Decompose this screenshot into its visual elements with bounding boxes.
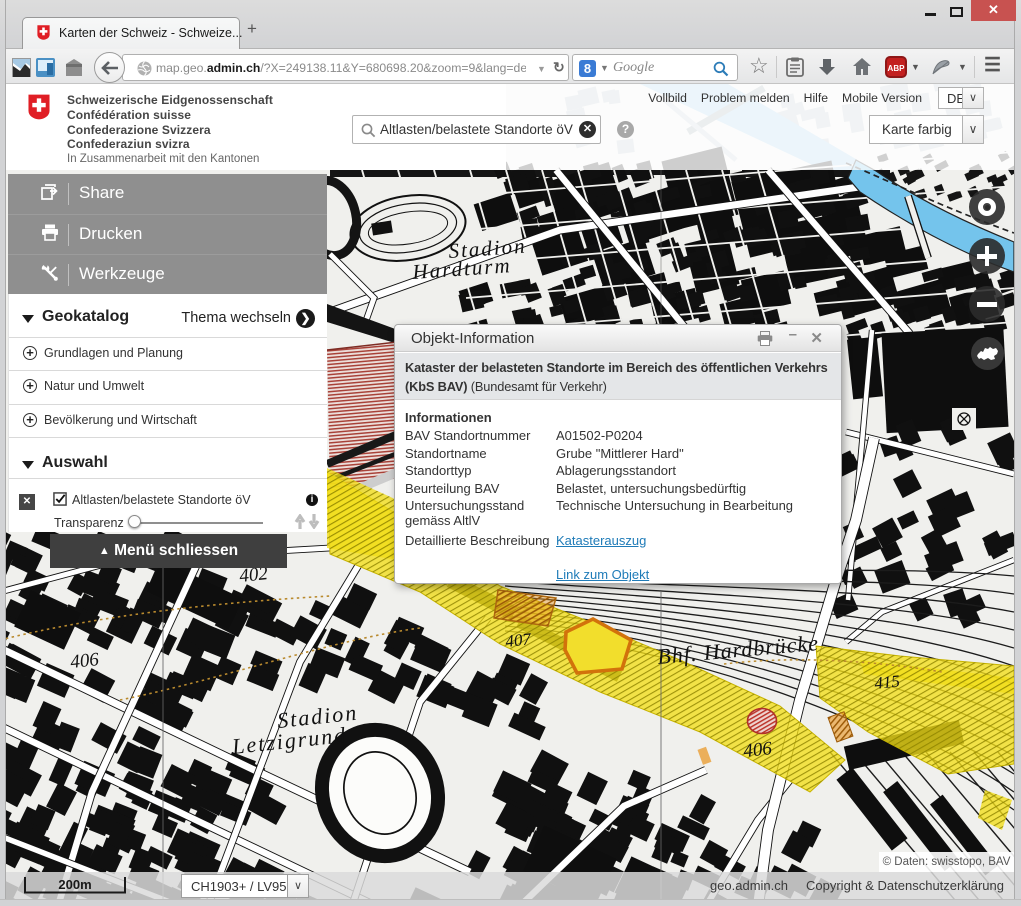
svg-text:415: 415	[873, 671, 900, 693]
svg-text:406: 406	[742, 738, 773, 762]
svg-text:406: 406	[69, 649, 100, 673]
svg-text:200m: 200m	[58, 877, 91, 892]
svg-text:407: 407	[504, 629, 533, 651]
